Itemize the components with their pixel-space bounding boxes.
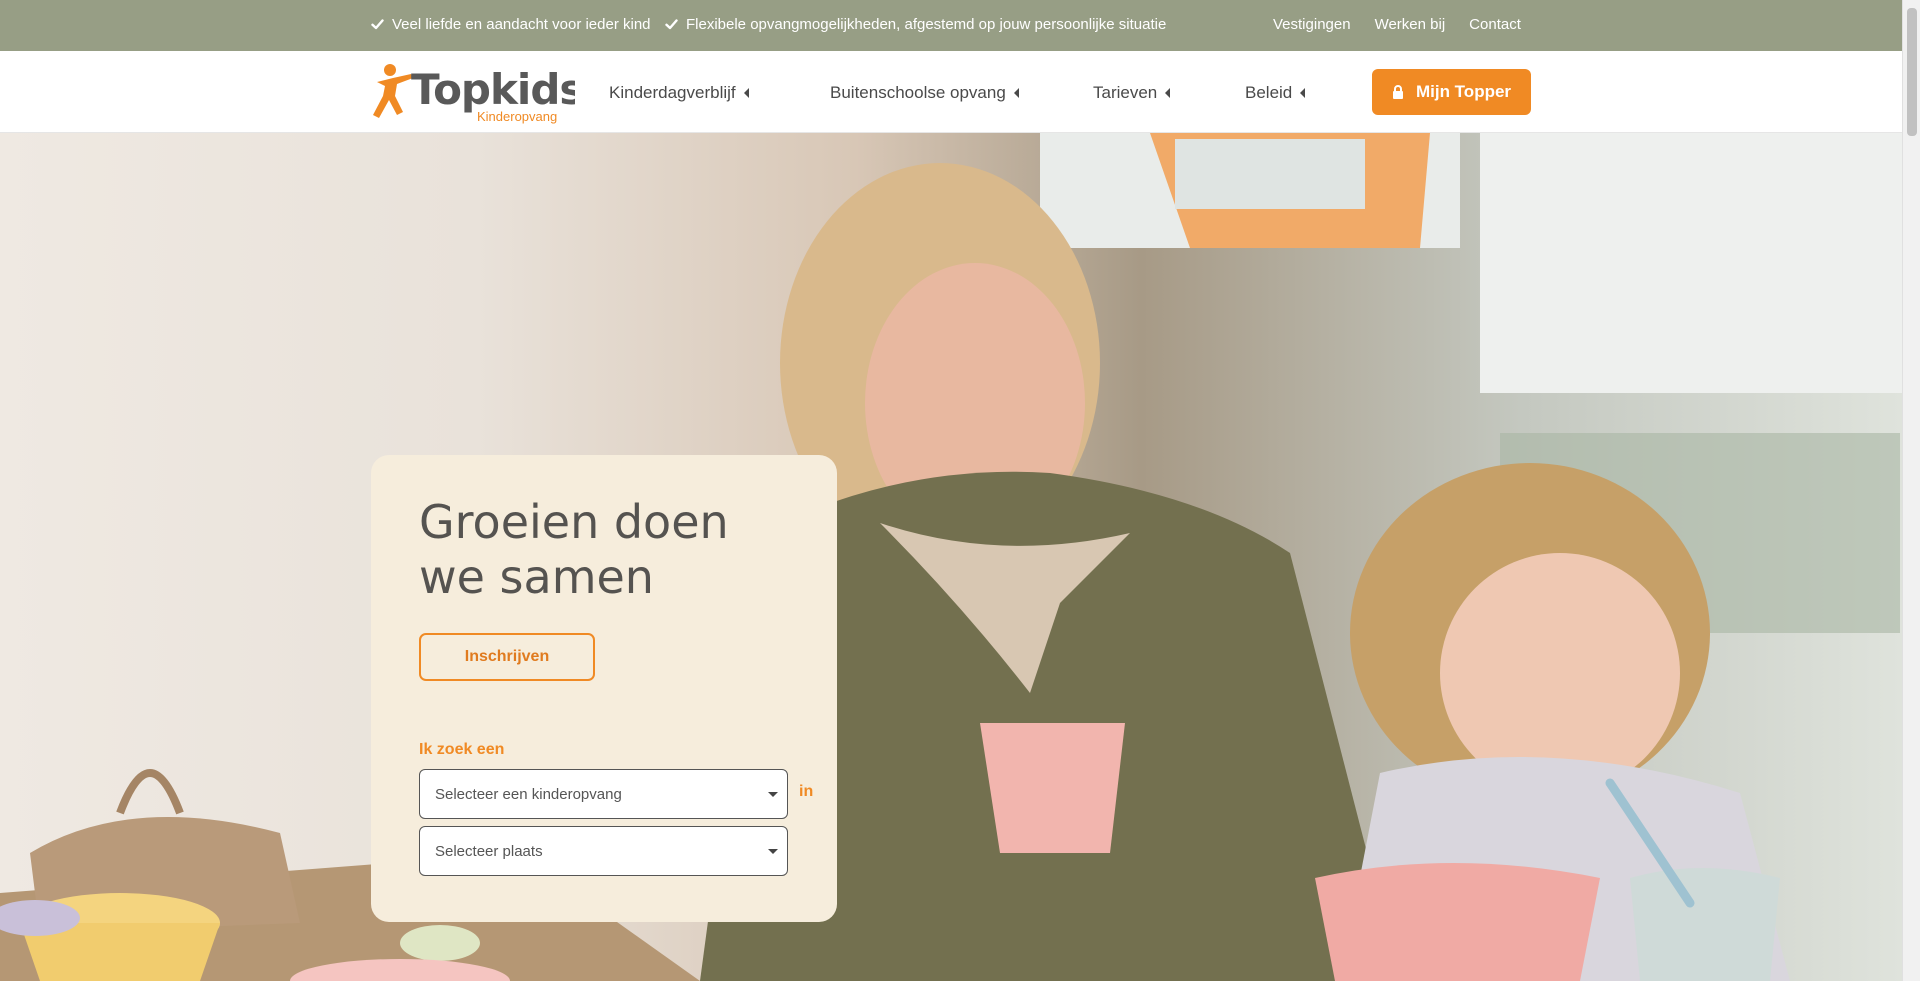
logo-subtitle: Kinderopvang (477, 109, 557, 124)
nav-beleid[interactable]: Beleid (1245, 83, 1306, 103)
hero-section: Groeien doen we samen Inschrijven Ik zoe… (0, 133, 1902, 981)
nav-buitenschoolse-opvang[interactable]: Buitenschoolse opvang (830, 83, 1019, 103)
select-arrow-icon (768, 792, 778, 797)
caret-left-icon (1300, 88, 1306, 98)
usp-item: Flexibele opvangmogelijkheden, afgestemd… (665, 16, 1166, 33)
scrollbar-thumb[interactable] (1907, 8, 1917, 136)
plaats-select[interactable]: Selecteer plaats (419, 826, 788, 876)
topkids-logo[interactable]: Topkids Kinderopvang (371, 60, 584, 126)
caret-left-icon (1165, 88, 1171, 98)
usp-item: Veel liefde en aandacht voor ieder kind (371, 16, 651, 33)
link-vestigingen[interactable]: Vestigingen (1273, 16, 1351, 33)
nav-label: Kinderdagverblijf (609, 83, 736, 102)
search-label: Ik zoek een (419, 741, 505, 758)
nav-label: Tarieven (1093, 83, 1158, 102)
nav-label: Buitenschoolse opvang (830, 83, 1006, 102)
hero-title: Groeien doen we samen (419, 495, 729, 604)
hero-card: Groeien doen we samen Inschrijven Ik zoe… (371, 455, 837, 922)
nav-tarieven[interactable]: Tarieven (1093, 83, 1171, 103)
usp-text: Veel liefde en aandacht voor ieder kind (392, 16, 651, 33)
main-header: Topkids Kinderopvang Kinderdagverblijf B… (0, 51, 1902, 133)
nav-label: Beleid (1245, 83, 1293, 102)
top-bar: Veel liefde en aandacht voor ieder kind … (0, 0, 1902, 51)
nav-kinderdagverblijf[interactable]: Kinderdagverblijf (609, 83, 749, 103)
usp-text: Flexibele opvangmogelijkheden, afgestemd… (686, 16, 1167, 33)
link-contact[interactable]: Contact (1469, 16, 1521, 33)
check-icon (665, 19, 678, 30)
page-scrollbar[interactable] (1902, 0, 1920, 981)
lock-icon (1392, 85, 1403, 99)
logo-figure-icon (373, 64, 413, 118)
cta-label: Mijn Topper (1415, 82, 1512, 101)
hero-photo (0, 133, 1902, 981)
inschrijven-button[interactable]: Inschrijven (419, 633, 595, 681)
select-placeholder: Selecteer plaats (435, 842, 543, 860)
top-links: Vestigingen Werken bij Contact (1273, 16, 1521, 33)
caret-left-icon (1013, 88, 1019, 98)
mijn-topper-button[interactable]: Mijn Topper (1372, 69, 1531, 115)
link-werken-bij[interactable]: Werken bij (1375, 16, 1446, 33)
caret-left-icon (743, 88, 749, 98)
select-placeholder: Selecteer een kinderopvang (435, 785, 622, 803)
logo-wordmark: Topkids (411, 65, 575, 114)
check-icon (371, 19, 384, 30)
kinderopvang-select[interactable]: Selecteer een kinderopvang (419, 769, 788, 819)
in-label: in (799, 783, 814, 800)
select-arrow-icon (768, 849, 778, 854)
